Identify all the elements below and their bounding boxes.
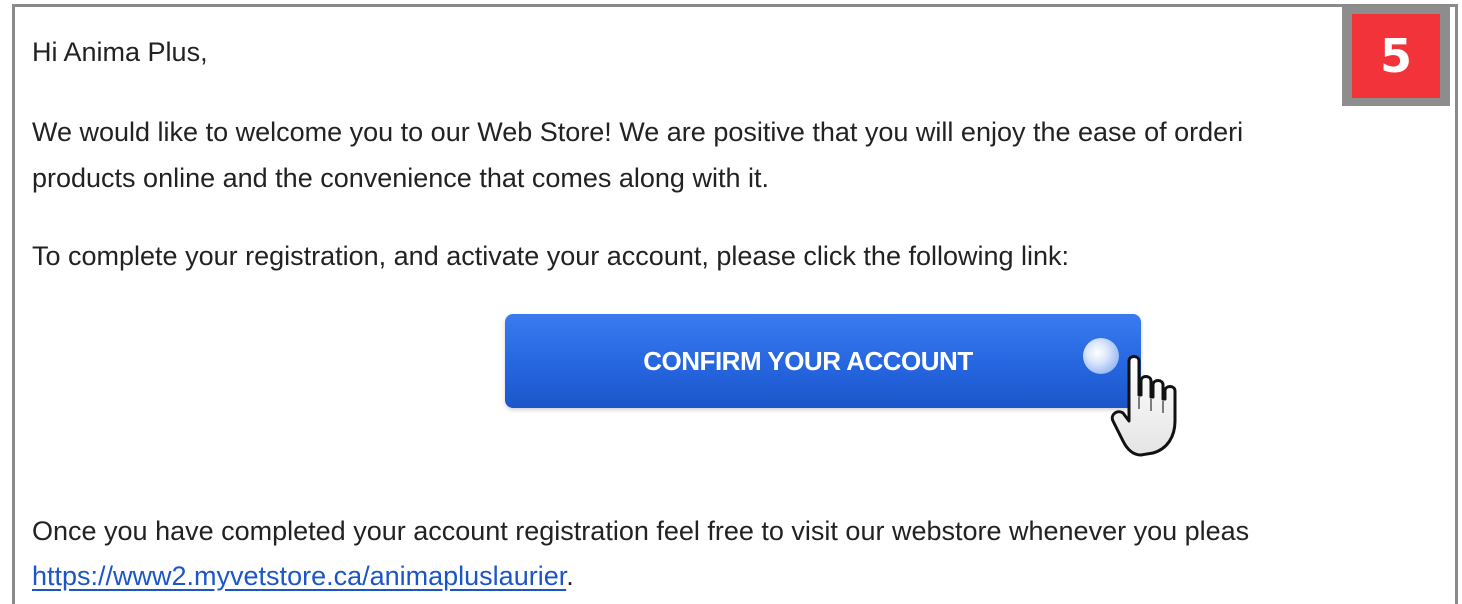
registration-instruction: To complete your registration, and activ…: [32, 241, 1070, 271]
confirm-account-button[interactable]: CONFIRM YOUR ACCOUNT: [505, 314, 1141, 408]
welcome-text-line-2: products online and the convenience that…: [32, 163, 769, 193]
step-number-badge: 5: [1342, 6, 1450, 106]
email-greeting: Hi Anima Plus,: [32, 37, 208, 67]
email-body-frame: Hi Anima Plus, We would like to welcome …: [12, 4, 1458, 604]
closing-link-line: https://www2.myvetstore.ca/animapluslaur…: [32, 555, 574, 597]
webstore-link[interactable]: https://www2.myvetstore.ca/animapluslaur…: [32, 561, 566, 591]
hand-pointer-icon: [1110, 355, 1177, 457]
link-period: .: [566, 561, 574, 591]
welcome-text-line-1: We would like to welcome you to our Web …: [32, 117, 1244, 147]
closing-text: Once you have completed your account reg…: [32, 516, 1250, 546]
step-number: 5: [1352, 14, 1440, 98]
